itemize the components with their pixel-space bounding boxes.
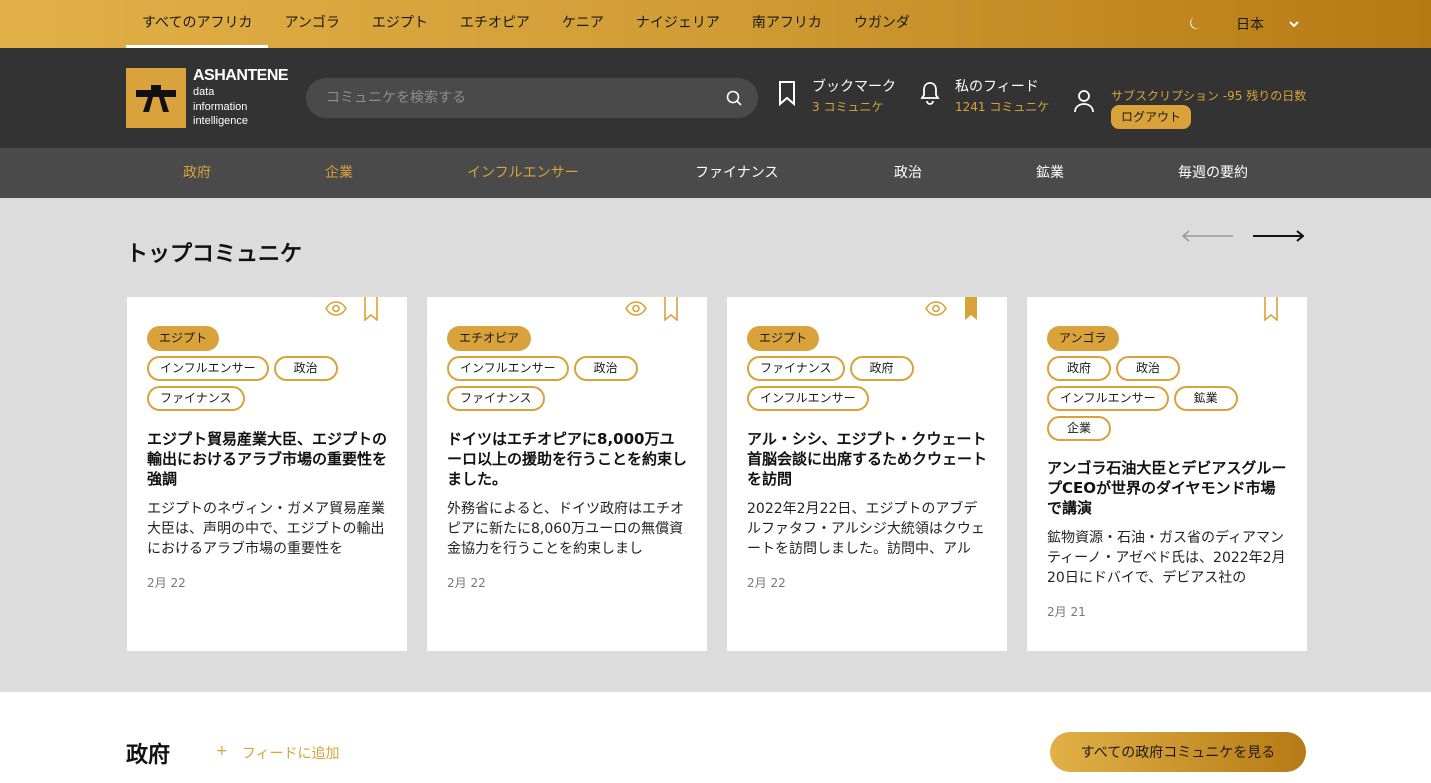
communique-card[interactable]: アンゴラ 政府 政治 インフルエンサー 鉱業 企業 アンゴラ石油大臣とデビアスグ… <box>1027 297 1307 651</box>
card-title[interactable]: ドイツはエチオピアに8,000万ユーロ以上の援助を行うことを約束しました。 <box>447 429 687 489</box>
country-tab-all-africa[interactable]: すべてのアフリカ <box>126 0 269 48</box>
logout-button[interactable]: ログアウト <box>1111 105 1192 129</box>
card-excerpt: 外務省によると、ドイツ政府はエチオピアに新たに8,060万ユーロの無償資金協力を… <box>447 501 685 557</box>
category-politics[interactable]: 政治 <box>894 148 922 198</box>
chevron-down-icon <box>1289 21 1299 28</box>
bell-icon <box>920 82 940 105</box>
bookmark-icon[interactable] <box>664 297 678 321</box>
category-finance[interactable]: ファイナンス <box>695 148 778 198</box>
bookmark-icon[interactable] <box>1264 297 1278 321</box>
tag-list: 政府 政治 インフルエンサー 鉱業 企業 <box>1047 356 1297 441</box>
search-bar <box>306 78 758 118</box>
country-tab-ethiopia[interactable]: エチオピア <box>444 0 546 48</box>
language-label: 日本 <box>1236 17 1264 33</box>
country-tab-egypt[interactable]: エジプト <box>356 0 444 48</box>
search-input[interactable] <box>326 78 706 118</box>
tag[interactable]: 企業 <box>1047 416 1111 441</box>
category-weekly-summary[interactable]: 毎週の要約 <box>1178 148 1248 198</box>
bookmark-icon[interactable] <box>364 297 378 321</box>
category-companies[interactable]: 企業 <box>325 148 353 198</box>
bookmarks-count: 3 コミュニケ <box>812 100 884 114</box>
country-tab-angola[interactable]: アンゴラ <box>268 0 355 48</box>
tag[interactable]: インフルエンサー <box>747 386 869 411</box>
bookmark-filled-icon[interactable] <box>964 297 978 321</box>
tag-list: インフルエンサー 政治 ファイナンス <box>447 356 697 411</box>
country-tab-uganda[interactable]: ウガンダ <box>838 0 926 48</box>
user-account[interactable] <box>1073 86 1109 114</box>
search-icon[interactable] <box>726 90 742 106</box>
top-communiques-section: トップコミュニケ エジプト インフルエンサー 政治 ファイナンス エジプト貿易産… <box>0 198 1431 692</box>
card-date: 2月 22 <box>147 576 186 590</box>
tag[interactable]: 政治 <box>573 356 638 381</box>
country-tab-kenya[interactable]: ケニア <box>546 0 620 48</box>
tag[interactable]: ファイナンス <box>147 386 245 411</box>
logo-icon <box>136 85 176 112</box>
feed-title: 私のフィード <box>955 79 1039 95</box>
card-excerpt: 2022年2月22日、エジプトのアブデルファタフ・アルシジ大統領はクウェートを訪… <box>747 501 985 557</box>
brand-name: ASHANTENE <box>193 67 289 84</box>
communique-card[interactable]: エチオピア インフルエンサー 政治 ファイナンス ドイツはエチオピアに8,000… <box>427 297 707 651</box>
tag-list: ファイナンス 政府 インフルエンサー <box>747 356 997 411</box>
card-date: 2月 21 <box>1047 605 1086 619</box>
moon-icon[interactable] <box>1187 15 1204 32</box>
brand-tagline-2: information <box>193 100 248 113</box>
card-date: 2月 22 <box>447 576 486 590</box>
bookmark-icon <box>779 81 795 106</box>
card-title[interactable]: エジプト貿易産業大臣、エジプトの輸出におけるアラブ市場の重要性を強調 <box>147 429 387 489</box>
add-to-feed-label: フィードに追加 <box>241 746 340 762</box>
tag[interactable]: インフルエンサー <box>147 356 269 381</box>
category-mining[interactable]: 鉱業 <box>1036 148 1064 198</box>
add-to-feed-button[interactable]: + フィードに追加 <box>216 743 339 763</box>
see-all-government-button[interactable]: すべての政府コミュニケを見る <box>1050 732 1306 772</box>
tag[interactable]: 政府 <box>849 356 914 381</box>
category-government[interactable]: 政府 <box>183 148 211 198</box>
tag[interactable]: インフルエンサー <box>447 356 569 381</box>
tag[interactable]: ファイナンス <box>447 386 545 411</box>
arrow-left-icon[interactable] <box>1182 230 1234 242</box>
card-date: 2月 22 <box>747 576 786 590</box>
tag-list: インフルエンサー 政治 ファイナンス <box>147 356 397 411</box>
user-icon <box>1074 90 1094 113</box>
brand-tagline-3: intelligence <box>193 115 249 127</box>
bookmarks-link[interactable]: ブックマーク 3 コミュニケ <box>776 78 896 116</box>
tag[interactable]: 政府 <box>1047 356 1111 381</box>
country-badge[interactable]: エジプト <box>147 326 220 351</box>
card-excerpt: 鉱物資源・石油・ガス省のディアマンティーノ・アゼベド氏は、2022年2月20日に… <box>1047 530 1286 586</box>
card-title[interactable]: アンゴラ石油大臣とデビアスグループCEOが世界のダイヤモンド市場で講演 <box>1047 458 1287 518</box>
country-badge[interactable]: アンゴラ <box>1047 326 1119 351</box>
country-tabs: すべてのアフリカ アンゴラ エジプト エチオピア ケニア ナイジェリア 南アフリ… <box>126 0 926 48</box>
tag[interactable]: 鉱業 <box>1173 386 1238 411</box>
category-nav: 政府 企業 インフルエンサー ファイナンス 政治 鉱業 毎週の要約 <box>0 148 1431 198</box>
tag[interactable]: インフルエンサー <box>1047 386 1169 411</box>
bookmarks-title: ブックマーク <box>812 79 896 95</box>
subscription-status: サブスクリプション -95 残りの日数 <box>1111 89 1307 103</box>
language-select[interactable]: 日本 <box>1236 14 1300 34</box>
tag[interactable]: ファイナンス <box>747 356 845 381</box>
logo-text: ASHANTENE data information intelligence <box>193 67 289 129</box>
card-title[interactable]: アル・シシ、エジプト・クウェート首脳会談に出席するためクウェートを訪問 <box>747 429 987 489</box>
logo-mark[interactable] <box>126 68 186 128</box>
country-badge[interactable]: エチオピア <box>447 326 532 351</box>
eye-icon[interactable] <box>625 301 647 316</box>
arrow-right-icon[interactable] <box>1252 230 1304 242</box>
government-section-title: 政府 <box>126 743 171 768</box>
eye-icon[interactable] <box>925 301 947 316</box>
communique-card[interactable]: エジプト インフルエンサー 政治 ファイナンス エジプト貿易産業大臣、エジプトの… <box>127 297 407 651</box>
plus-icon: + <box>216 743 228 759</box>
card-excerpt: エジプトのネヴィン・ガメア貿易産業大臣は、声明の中で、エジプトの輸出におけるアラ… <box>147 501 385 557</box>
country-tab-south-africa[interactable]: 南アフリカ <box>736 0 838 48</box>
eye-icon[interactable] <box>325 301 347 316</box>
brand-tagline-1: data <box>193 86 215 98</box>
feed-count: 1241 コミュニケ <box>955 100 1050 114</box>
country-badge[interactable]: エジプト <box>747 326 820 351</box>
header: ASHANTENE data information intelligence … <box>0 48 1431 148</box>
tag[interactable]: 政治 <box>273 356 338 381</box>
my-feed-link[interactable]: 私のフィード 1241 コミュニケ <box>919 78 1049 116</box>
category-influencers[interactable]: インフルエンサー <box>467 148 579 198</box>
section-title: トップコミュニケ <box>126 242 303 267</box>
country-bar: すべてのアフリカ アンゴラ エジプト エチオピア ケニア ナイジェリア 南アフリ… <box>0 0 1431 48</box>
tag[interactable]: 政治 <box>1116 356 1180 381</box>
country-tab-nigeria[interactable]: ナイジェリア <box>620 0 736 48</box>
communique-card[interactable]: エジプト ファイナンス 政府 インフルエンサー アル・シシ、エジプト・クウェート… <box>727 297 1007 651</box>
